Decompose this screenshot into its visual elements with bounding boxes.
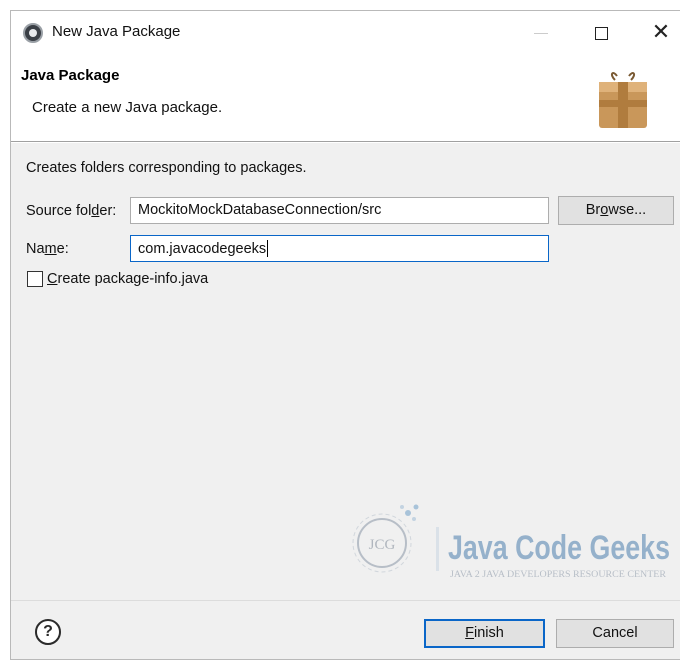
cancel-button[interactable]: Cancel (556, 619, 674, 648)
package-name-input[interactable]: com.javacodegeeks (130, 235, 549, 262)
intro-text: Creates folders corresponding to package… (26, 160, 307, 176)
name-label: Name: (26, 241, 69, 257)
source-folder-label: Source folder: (26, 203, 117, 219)
wizard-description: Create a new Java package. (32, 99, 223, 116)
text-caret (267, 240, 269, 257)
title-bar: New Java Package — ✕ (11, 11, 680, 53)
brand-tagline: JAVA 2 JAVA DEVELOPERS RESOURCE CENTER (450, 569, 666, 579)
eclipse-app-icon (23, 23, 43, 43)
finish-button[interactable]: Finish (424, 619, 545, 648)
create-package-info-label[interactable]: Create package-info.java (47, 271, 208, 287)
wizard-footer: ? Finish Cancel (11, 600, 680, 659)
source-folder-input[interactable]: MockitoMockDatabaseConnection/src (130, 197, 549, 224)
jcg-logo-text: JCG (369, 537, 396, 553)
window-title: New Java Package (52, 23, 181, 40)
maximize-icon (594, 26, 608, 40)
package-icon (599, 72, 647, 128)
help-icon[interactable]: ? (35, 619, 61, 645)
brand-name: Java Code Geeks (448, 529, 670, 567)
browse-button[interactable]: Browse... (558, 196, 674, 225)
wizard-title: Java Package (21, 67, 120, 84)
create-package-info-checkbox[interactable] (27, 271, 43, 287)
maximize-button[interactable] (573, 11, 629, 53)
java-code-geeks-watermark: JCG Java Code Geeks JAVA 2 JAVA DEVELOPE… (352, 504, 670, 579)
close-button[interactable]: ✕ (633, 11, 680, 53)
new-java-package-dialog: New Java Package — ✕ Java Package Create… (10, 10, 680, 660)
minimize-button[interactable]: — (513, 11, 569, 53)
wizard-header: Java Package Create a new Java package. (11, 53, 680, 142)
